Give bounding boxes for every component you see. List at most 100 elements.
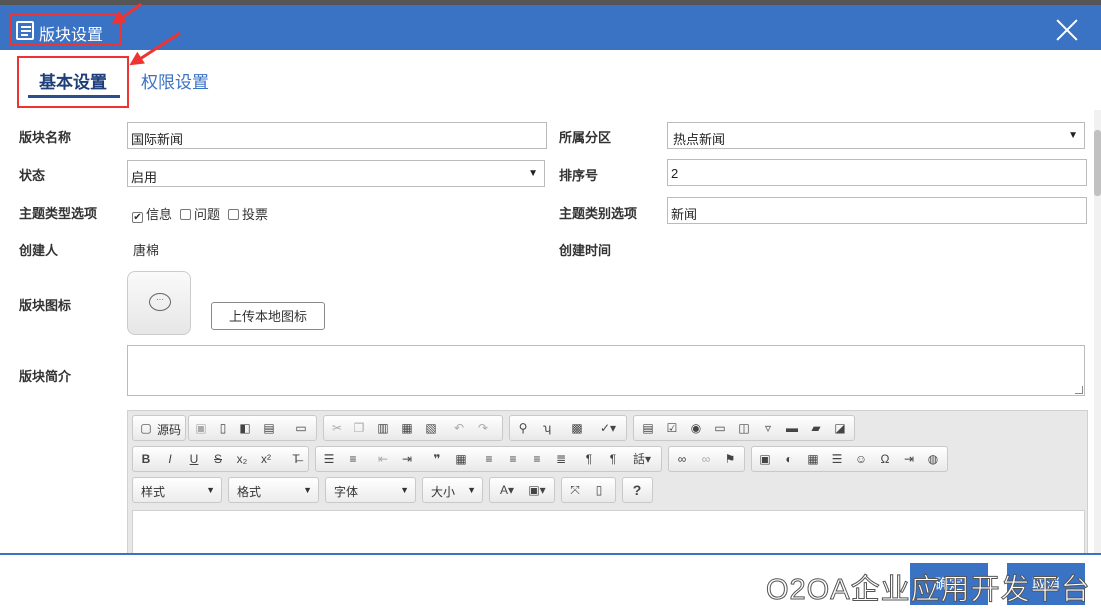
numbered-list-icon[interactable]: ☰ bbox=[320, 450, 338, 468]
topic-type-info[interactable]: ✔ 信息 bbox=[132, 204, 172, 223]
find-icon[interactable]: ⚲ bbox=[514, 419, 532, 437]
toolbar-group-paragraph: ☰ ≡ ⇤ ⇥ ❞ ▦ ≡ ≡ ≡ ≣ ¶ ¶ 話▾ bbox=[315, 446, 662, 472]
resize-handle-icon[interactable] bbox=[1075, 386, 1083, 394]
source-icon[interactable]: ▢ bbox=[137, 419, 155, 437]
order-input[interactable]: 2 bbox=[667, 159, 1087, 186]
checkbox-icon[interactable] bbox=[180, 209, 191, 220]
topic-category-input[interactable]: 新闻 bbox=[667, 197, 1087, 224]
maximize-icon[interactable]: ⤧ bbox=[566, 481, 584, 499]
toolbar-group-basicstyles: B I U S x₂ x² T̶ bbox=[132, 446, 309, 472]
font-combo[interactable]: 字体 ▼ bbox=[325, 477, 416, 503]
scrollbar-thumb[interactable] bbox=[1094, 130, 1101, 196]
section-select[interactable]: 热点新闻 ▼ bbox=[667, 122, 1085, 149]
tab-bar: 基本设置 权限设置 bbox=[0, 50, 1101, 110]
textfield-tool-icon[interactable]: ▭ bbox=[711, 419, 729, 437]
paste-text-icon[interactable]: ▦ bbox=[398, 419, 416, 437]
image-button-tool-icon[interactable]: ▰ bbox=[807, 419, 825, 437]
image-icon[interactable]: ▣ bbox=[756, 450, 774, 468]
toolbar-group-find: ⚲ ʮ ▩ ✓▾ bbox=[509, 415, 627, 441]
checkbox-checked-icon[interactable]: ✔ bbox=[132, 212, 143, 223]
table-icon[interactable]: ▦ bbox=[804, 450, 822, 468]
indent-icon[interactable]: ⇥ bbox=[398, 450, 416, 468]
show-blocks-icon[interactable]: ▯ bbox=[590, 481, 608, 499]
preview-icon[interactable]: ◧ bbox=[236, 419, 254, 437]
anchor-icon[interactable]: ⚑ bbox=[721, 450, 739, 468]
new-page-icon[interactable]: ▯ bbox=[214, 419, 232, 437]
justify-icon[interactable]: ≣ bbox=[552, 450, 570, 468]
blockquote-icon[interactable]: ❞ bbox=[428, 450, 446, 468]
copy-icon[interactable]: ❐ bbox=[350, 419, 368, 437]
bg-color-icon[interactable]: ▣▾ bbox=[524, 481, 550, 499]
upload-icon-button[interactable]: 上传本地图标 bbox=[211, 302, 325, 330]
spellcheck-icon[interactable]: ✓▾ bbox=[594, 419, 622, 437]
align-left-icon[interactable]: ≡ bbox=[480, 450, 498, 468]
italic-icon[interactable]: I bbox=[161, 450, 179, 468]
size-combo[interactable]: 大小 ▼ bbox=[422, 477, 483, 503]
status-label: 状态 bbox=[19, 168, 46, 183]
div-icon[interactable]: ▦ bbox=[452, 450, 470, 468]
flash-icon[interactable]: ◐ bbox=[780, 450, 798, 468]
topic-type-vote[interactable]: 投票 bbox=[228, 204, 268, 223]
redo-icon[interactable]: ↷ bbox=[474, 419, 492, 437]
templates-icon[interactable]: ▭ bbox=[292, 419, 310, 437]
underline-icon[interactable]: U bbox=[185, 450, 203, 468]
bulleted-list-icon[interactable]: ≡ bbox=[344, 450, 362, 468]
close-icon[interactable] bbox=[1054, 17, 1080, 43]
strike-icon[interactable]: S bbox=[209, 450, 227, 468]
align-right-icon[interactable]: ≡ bbox=[528, 450, 546, 468]
help-icon[interactable]: ? bbox=[628, 481, 646, 499]
checkbox-tool-icon[interactable]: ☑ bbox=[663, 419, 681, 437]
undo-icon[interactable]: ↶ bbox=[450, 419, 468, 437]
save-icon[interactable]: ▣ bbox=[192, 419, 210, 437]
cut-icon[interactable]: ✂ bbox=[328, 419, 346, 437]
section-icon-preview: ··· bbox=[127, 271, 191, 335]
align-center-icon[interactable]: ≡ bbox=[504, 450, 522, 468]
remove-format-icon[interactable]: T̶ bbox=[287, 450, 305, 468]
iframe-icon[interactable]: ◍ bbox=[924, 450, 942, 468]
page-break-icon[interactable]: ⇥ bbox=[900, 450, 918, 468]
superscript-icon[interactable]: x² bbox=[257, 450, 275, 468]
subscript-icon[interactable]: x₂ bbox=[233, 450, 251, 468]
paste-icon[interactable]: ▥ bbox=[374, 419, 392, 437]
topic-type-question[interactable]: 问题 bbox=[180, 204, 220, 223]
toolbar-group-links: ∞ ∞ ⚑ bbox=[668, 446, 745, 472]
name-input[interactable]: 国际新闻 bbox=[127, 122, 547, 149]
caret-down-icon: ▼ bbox=[303, 485, 312, 495]
creator-label: 创建人 bbox=[19, 243, 59, 258]
tab-permission-settings[interactable]: 权限设置 bbox=[141, 68, 209, 93]
button-tool-icon[interactable]: ▬ bbox=[783, 419, 801, 437]
editor-content-area[interactable] bbox=[132, 510, 1085, 559]
select-all-icon[interactable]: ▩ bbox=[568, 419, 586, 437]
intro-textarea[interactable] bbox=[127, 345, 1085, 396]
unlink-icon[interactable]: ∞ bbox=[697, 450, 715, 468]
toolbar-group-insert: ▣ ◐ ▦ ☰ ☺ Ω ⇥ ◍ bbox=[751, 446, 948, 472]
styles-label: 样式 bbox=[141, 485, 166, 499]
select-tool-icon[interactable]: ▿ bbox=[759, 419, 777, 437]
print-icon[interactable]: ▤ bbox=[260, 419, 278, 437]
text-color-icon[interactable]: A▾ bbox=[494, 481, 520, 499]
document-icon bbox=[16, 21, 34, 40]
format-combo[interactable]: 格式 ▼ bbox=[228, 477, 319, 503]
rtl-icon[interactable]: ¶ bbox=[604, 450, 622, 468]
paste-word-icon[interactable]: ▧ bbox=[422, 419, 440, 437]
smiley-icon[interactable]: ☺ bbox=[852, 450, 870, 468]
source-button[interactable]: 源码 bbox=[157, 421, 181, 438]
order-label: 排序号 bbox=[559, 168, 599, 183]
vertical-scrollbar[interactable] bbox=[1094, 110, 1101, 553]
tab-basic-settings[interactable]: 基本设置 bbox=[39, 68, 107, 93]
horizontal-rule-icon[interactable]: ☰ bbox=[828, 450, 846, 468]
link-icon[interactable]: ∞ bbox=[673, 450, 691, 468]
status-select[interactable]: 启用 ▼ bbox=[127, 160, 545, 187]
ltr-icon[interactable]: ¶ bbox=[580, 450, 598, 468]
outdent-icon[interactable]: ⇤ bbox=[374, 450, 392, 468]
styles-combo[interactable]: 样式 ▼ bbox=[132, 477, 222, 503]
form-icon[interactable]: ▤ bbox=[639, 419, 657, 437]
replace-icon[interactable]: ʮ bbox=[538, 419, 556, 437]
radio-tool-icon[interactable]: ◉ bbox=[687, 419, 705, 437]
checkbox-icon[interactable] bbox=[228, 209, 239, 220]
bold-icon[interactable]: B bbox=[137, 450, 155, 468]
special-char-icon[interactable]: Ω bbox=[876, 450, 894, 468]
hidden-field-tool-icon[interactable]: ◪ bbox=[831, 419, 849, 437]
textarea-tool-icon[interactable]: ◫ bbox=[735, 419, 753, 437]
language-icon[interactable]: 話▾ bbox=[628, 450, 656, 468]
